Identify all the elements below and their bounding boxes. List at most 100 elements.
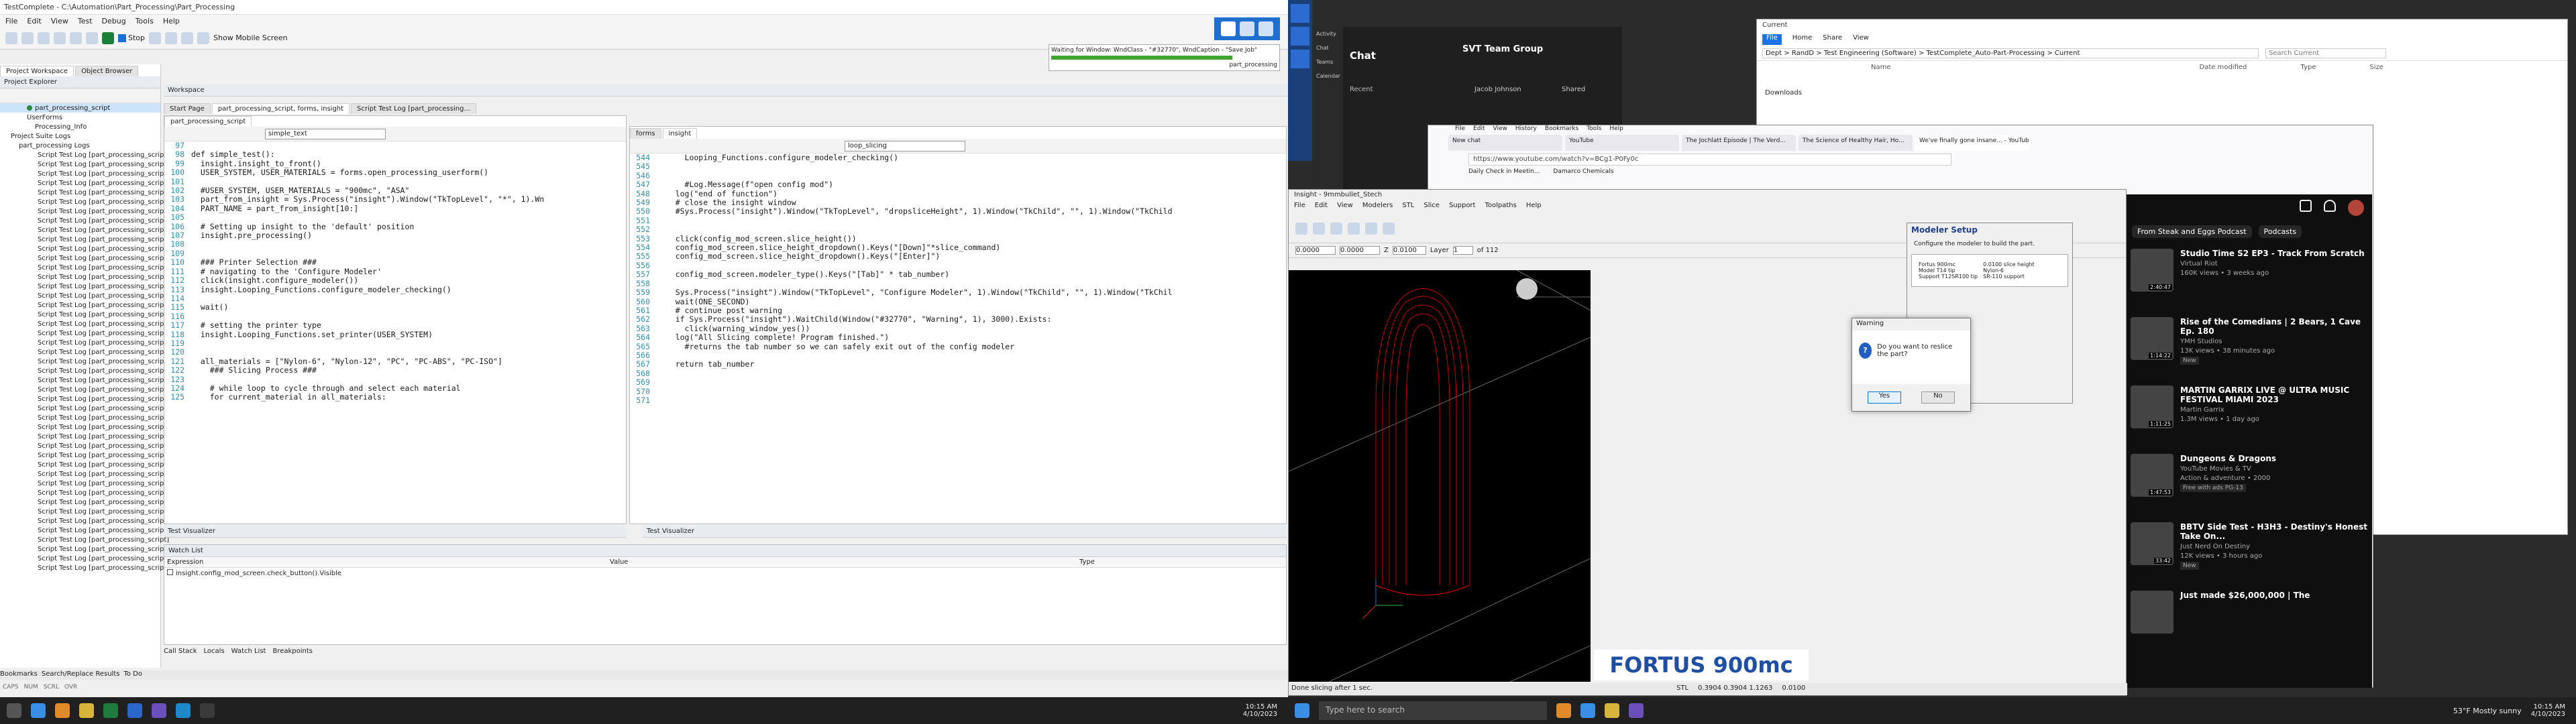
layer-field[interactable]: 1 bbox=[1452, 246, 1473, 255]
tab-start-page[interactable]: Start Page bbox=[164, 103, 211, 114]
chrome-icon[interactable] bbox=[31, 703, 46, 718]
function-select[interactable]: simple_text bbox=[265, 128, 386, 139]
tab-forms[interactable]: forms bbox=[630, 128, 661, 139]
browser-tab[interactable]: YouTube bbox=[1565, 135, 1679, 151]
chip[interactable]: From Steak and Eggs Podcast bbox=[2132, 225, 2252, 238]
yes-button[interactable]: Yes bbox=[1868, 391, 1901, 404]
log-item[interactable]: Script Test Log [part_processing_script] bbox=[0, 300, 169, 310]
open-icon[interactable] bbox=[21, 32, 34, 44]
log-item[interactable]: Script Test Log [part_processing_script] bbox=[0, 216, 169, 225]
browser-tab[interactable]: The Science of Healthy Hair, Ho... bbox=[1799, 135, 1913, 151]
teams-shared[interactable]: Shared bbox=[1562, 86, 1585, 93]
log-item[interactable]: Script Test Log [part_processing_script] bbox=[0, 497, 169, 507]
log-item[interactable]: Script Test Log [part_processing_script] bbox=[0, 206, 169, 216]
insight-menu-item[interactable]: Help bbox=[1526, 202, 1542, 214]
toolbar-icon[interactable] bbox=[1365, 222, 1377, 235]
video-thumbnail[interactable]: 33:42 bbox=[2131, 522, 2174, 565]
tab-search-replace[interactable]: Search/Replace Results bbox=[42, 670, 120, 680]
log-item[interactable]: Script Test Log [part_processing_script] bbox=[0, 225, 169, 235]
firefox-menu-item[interactable]: History bbox=[1515, 125, 1537, 135]
browser-tab[interactable]: New chat bbox=[1448, 135, 1562, 151]
log-item[interactable]: Script Test Log [part_processing_script] bbox=[0, 507, 169, 516]
firefox-menu-item[interactable]: Tools bbox=[1587, 125, 1601, 135]
log-item[interactable]: Script Test Log [part_processing_script] bbox=[0, 235, 169, 244]
insight-menu-item[interactable]: Toolpaths bbox=[1485, 202, 1516, 214]
watch-checkbox[interactable] bbox=[167, 569, 173, 575]
create-icon[interactable] bbox=[2300, 200, 2312, 212]
video-thumbnail[interactable]: 1:11:25 bbox=[2131, 385, 2174, 428]
log-item[interactable]: Script Test Log [part_processing_script] bbox=[0, 338, 169, 347]
log-item[interactable]: Script Test Log [part_processing_script] bbox=[0, 188, 169, 197]
ribbon-share[interactable]: Share bbox=[1823, 34, 1842, 45]
log-item[interactable]: Script Test Log [part_processing_script] bbox=[0, 160, 169, 169]
col-size[interactable]: Size bbox=[2369, 64, 2383, 71]
log-item[interactable]: Script Test Log [part_processing_script] bbox=[0, 244, 169, 253]
windows-start-icon[interactable] bbox=[1295, 703, 1309, 718]
log-item[interactable]: Script Test Log [part_processing_script] bbox=[0, 526, 169, 535]
tab-todo[interactable]: To Do bbox=[123, 670, 142, 680]
save-icon[interactable] bbox=[38, 32, 50, 44]
chrome-icon[interactable] bbox=[1580, 703, 1595, 718]
start-icon[interactable] bbox=[7, 703, 21, 718]
yt-video-item[interactable]: 1:11:25 MARTIN GARRIX LIVE @ ULTRA MUSIC … bbox=[2127, 381, 2372, 450]
bell-icon[interactable] bbox=[2324, 200, 2336, 212]
col-name[interactable]: Name bbox=[1871, 64, 1891, 71]
teams-calendar[interactable]: Calendar bbox=[1313, 69, 1343, 83]
tab-test-log[interactable]: Script Test Log [part_processing... bbox=[351, 103, 476, 114]
tab-object-browser[interactable]: Object Browser bbox=[75, 66, 139, 76]
desktop-app-icon[interactable] bbox=[1291, 4, 1309, 23]
avatar[interactable] bbox=[2348, 200, 2364, 216]
file-explorer-icon[interactable] bbox=[1605, 703, 1619, 718]
vscode-icon[interactable] bbox=[176, 703, 191, 718]
log-item[interactable]: Script Test Log [part_processing_script] bbox=[0, 394, 169, 404]
log-item[interactable]: Script Test Log [part_processing_script] bbox=[0, 441, 169, 450]
explorer-search[interactable]: Search Current bbox=[2265, 48, 2386, 58]
explorer-downloads[interactable]: Downloads bbox=[1765, 89, 1802, 97]
log-item[interactable]: Script Test Log [part_processing_script] bbox=[0, 413, 169, 422]
bookmark-item[interactable]: Daily Check in Meetin... bbox=[1468, 168, 1540, 180]
tab-script-forms-insight[interactable]: part_processing_script, forms, insight bbox=[211, 103, 350, 114]
log-item[interactable]: Script Test Log [part_processing_script] bbox=[0, 563, 169, 572]
tree-item-script[interactable]: part_processing_script bbox=[0, 103, 160, 113]
video-thumbnail[interactable]: 1:14:22 bbox=[2131, 317, 2174, 360]
code-mid[interactable]: 544 Looping_Functions.configure_modeler_… bbox=[630, 154, 1286, 406]
log-item[interactable]: Script Test Log [part_processing_script] bbox=[0, 554, 169, 563]
code-left[interactable]: 97 98 def simple_test(): 99 insight.insight… bbox=[164, 141, 626, 402]
bookmark-item[interactable]: Damarco Chemicals bbox=[1553, 168, 1613, 180]
toolbar-icon[interactable] bbox=[1295, 222, 1307, 235]
log-item[interactable]: Script Test Log [part_processing_script] bbox=[0, 469, 169, 479]
yt-video-item[interactable]: 2:40:47 Studio Time S2 EP3 - Track From S… bbox=[2127, 245, 2372, 313]
teams-teams[interactable]: Teams bbox=[1313, 55, 1343, 69]
mobile-screen-icon[interactable] bbox=[197, 32, 210, 44]
log-item[interactable]: Script Test Log [part_processing_script] bbox=[0, 460, 169, 469]
toolbar-icon[interactable] bbox=[1330, 222, 1342, 235]
record-tool-icon[interactable] bbox=[1221, 21, 1236, 36]
yt-video-item[interactable]: Just made $26,000,000 | The bbox=[2127, 587, 2372, 655]
toolbar-icon[interactable] bbox=[1348, 222, 1360, 235]
step-into-icon[interactable] bbox=[165, 32, 178, 44]
log-item[interactable]: Script Test Log [part_processing_script] bbox=[0, 516, 169, 526]
tree-item-suite-logs[interactable]: Project Suite Logs bbox=[0, 131, 160, 141]
word-icon[interactable] bbox=[127, 703, 142, 718]
log-item[interactable]: Script Test Log [part_processing_script] bbox=[0, 488, 169, 497]
insight-viewport[interactable] bbox=[1288, 269, 1591, 682]
insight-menu-item[interactable]: File bbox=[1294, 202, 1305, 214]
log-item[interactable]: Script Test Log [part_processing_script] bbox=[0, 178, 169, 188]
field-2[interactable]: 0.0000 bbox=[1340, 246, 1380, 255]
video-thumbnail[interactable]: 2:40:47 bbox=[2131, 249, 2174, 292]
insight-menu-item[interactable]: STL bbox=[1402, 202, 1414, 214]
redo-icon[interactable] bbox=[70, 32, 82, 44]
video-thumbnail[interactable] bbox=[2131, 591, 2174, 634]
undo-icon[interactable] bbox=[54, 32, 66, 44]
testcomplete-icon[interactable] bbox=[200, 703, 215, 718]
col-type[interactable]: Type bbox=[2300, 64, 2316, 71]
ribbon-home[interactable]: Home bbox=[1792, 34, 1813, 45]
tab-call-stack[interactable]: Call Stack bbox=[164, 648, 197, 658]
log-item[interactable]: Script Test Log [part_processing_script] bbox=[0, 432, 169, 441]
field-1[interactable]: 0.0000 bbox=[1295, 246, 1336, 255]
yt-video-item[interactable]: 1:47:53 Dungeons & Dragons YouTube Movies … bbox=[2127, 450, 2372, 518]
col-date[interactable]: Date modified bbox=[2200, 64, 2247, 71]
teams-icon[interactable] bbox=[1629, 703, 1644, 718]
stop-button[interactable]: Stop bbox=[118, 34, 145, 42]
tab-locals[interactable]: Locals bbox=[204, 648, 225, 658]
